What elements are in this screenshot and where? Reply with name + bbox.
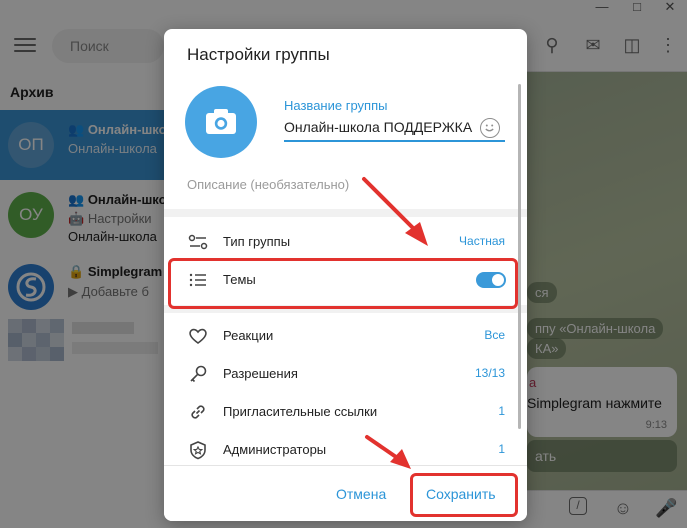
emoji-icon[interactable] <box>480 118 500 138</box>
row-label: Пригласительные ссылки <box>223 404 378 419</box>
row-label: Администраторы <box>223 442 327 457</box>
heart-icon <box>189 328 207 344</box>
section-divider <box>164 209 527 217</box>
group-photo-button[interactable] <box>185 86 257 158</box>
row-value: 13/13 <box>474 366 505 380</box>
group-type-icon <box>188 234 208 250</box>
row-reactions[interactable]: Реакции Все <box>164 317 527 355</box>
group-name-input[interactable]: Онлайн-школа ПОДДЕРЖКА <box>284 119 505 142</box>
admin-icon <box>190 441 206 460</box>
row-label: Тип группы <box>223 234 291 249</box>
row-label: Реакции <box>223 328 274 343</box>
highlight-topics <box>168 258 518 309</box>
description-input[interactable]: Описание (необязательно) <box>187 177 349 192</box>
highlight-save <box>410 473 518 517</box>
row-value: 1 <box>498 442 505 456</box>
row-value: 1 <box>498 404 505 418</box>
group-name-label: Название группы <box>284 98 388 113</box>
row-invite-links[interactable]: Пригласительные ссылки 1 <box>164 393 527 431</box>
row-administrators[interactable]: Администраторы 1 <box>164 431 527 469</box>
row-label: Разрешения <box>223 366 298 381</box>
scrollbar[interactable] <box>518 84 521 429</box>
cancel-button[interactable]: Отмена <box>336 486 386 502</box>
camera-icon <box>206 109 236 134</box>
row-value: Частная <box>459 234 505 248</box>
row-permissions[interactable]: Разрешения 13/13 <box>164 355 527 393</box>
row-value: Все <box>484 328 505 342</box>
link-icon <box>191 405 205 419</box>
row-group-type[interactable]: Тип группы Частная <box>164 223 527 261</box>
key-icon <box>190 365 207 383</box>
dialog-title: Настройки группы <box>187 45 330 64</box>
